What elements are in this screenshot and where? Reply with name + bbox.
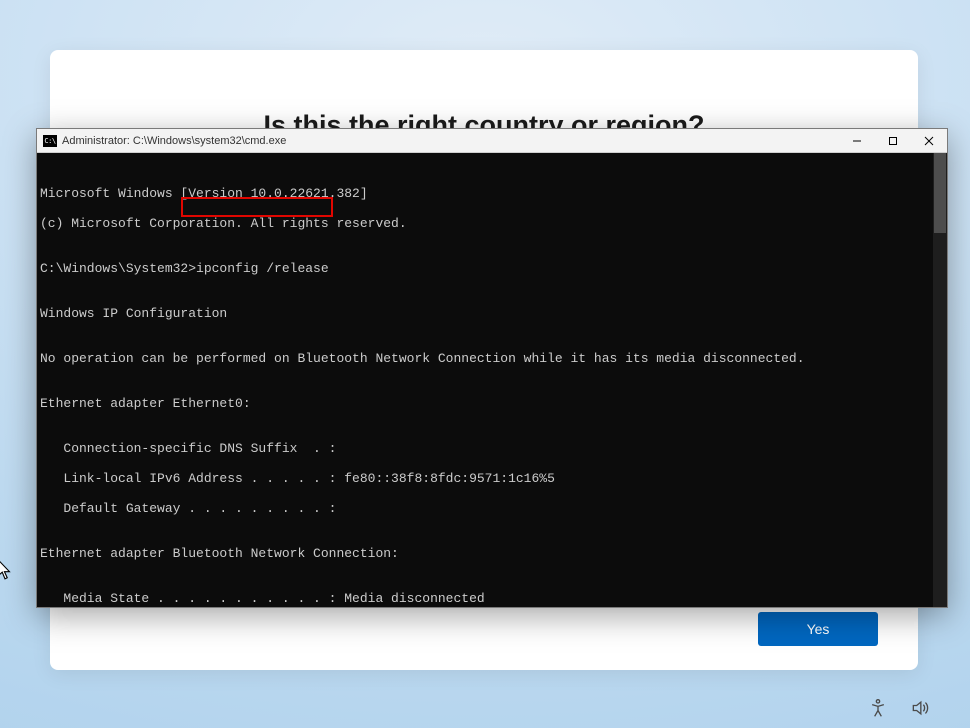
cmd-titlebar[interactable]: C:\ Administrator: C:\Windows\system32\c…	[37, 129, 947, 153]
cmd-window: C:\ Administrator: C:\Windows\system32\c…	[36, 128, 948, 608]
yes-button[interactable]: Yes	[758, 612, 878, 646]
minimize-button[interactable]	[839, 129, 875, 153]
volume-icon[interactable]	[910, 698, 930, 718]
cmd-icon: C:\	[43, 135, 57, 147]
cmd-console-output[interactable]: Microsoft Windows [Version 10.0.22621.38…	[37, 153, 947, 607]
console-scrollbar[interactable]	[933, 153, 947, 607]
console-line: Connection-specific DNS Suffix . :	[40, 441, 944, 456]
cmd-title-text: Administrator: C:\Windows\system32\cmd.e…	[62, 135, 286, 147]
entered-command: ipconfig /release	[196, 261, 329, 276]
console-line: (c) Microsoft Corporation. All rights re…	[40, 216, 944, 231]
console-line: Microsoft Windows [Version 10.0.22621.38…	[40, 186, 944, 201]
console-line: Default Gateway . . . . . . . . . :	[40, 501, 944, 516]
console-line: Ethernet adapter Ethernet0:	[40, 396, 944, 411]
maximize-button[interactable]	[875, 129, 911, 153]
console-line: No operation can be performed on Bluetoo…	[40, 351, 944, 366]
accessibility-icon[interactable]	[868, 698, 888, 718]
console-line: C:\Windows\System32>ipconfig /release	[40, 261, 944, 276]
console-line: Link-local IPv6 Address . . . . . : fe80…	[40, 471, 944, 486]
console-line: Windows IP Configuration	[40, 306, 944, 321]
scrollbar-thumb[interactable]	[934, 153, 946, 233]
taskbar-right	[868, 698, 930, 718]
mouse-cursor-icon	[0, 560, 12, 580]
console-line: Media State . . . . . . . . . . . : Medi…	[40, 591, 944, 606]
close-button[interactable]	[911, 129, 947, 153]
prompt-path: C:\Windows\System32>	[40, 261, 196, 276]
console-line: Ethernet adapter Bluetooth Network Conne…	[40, 546, 944, 561]
